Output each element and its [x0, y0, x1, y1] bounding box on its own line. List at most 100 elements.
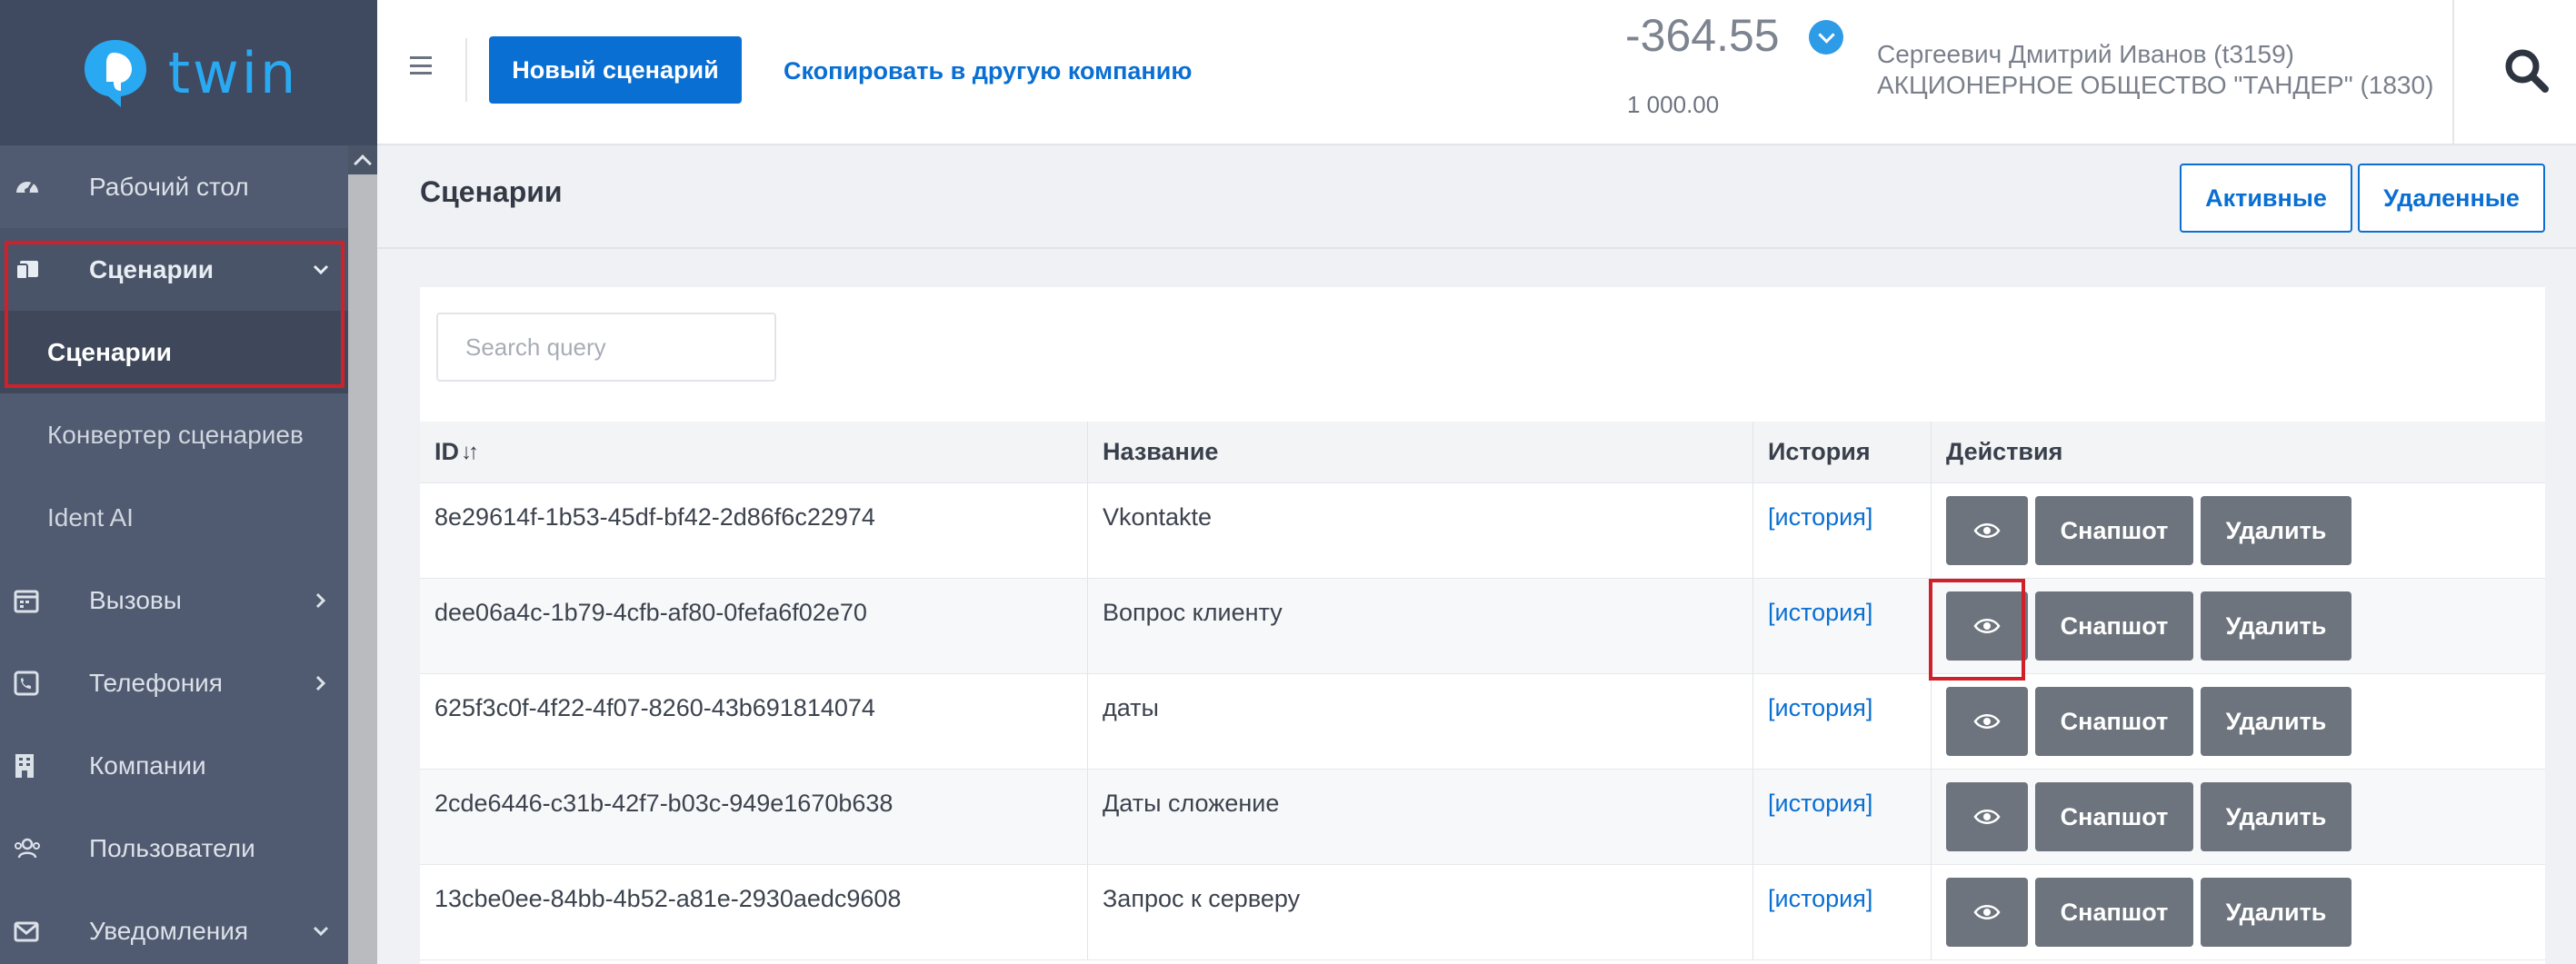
eye-icon	[1973, 810, 2001, 824]
column-header-history: История	[1752, 421, 1931, 483]
sidebar-subitem-label: Ident AI	[47, 502, 134, 532]
eye-icon	[1973, 714, 2001, 729]
column-header-actions: Действия	[1931, 421, 2545, 483]
sidebar-subitem-label: Сценарии	[47, 337, 173, 366]
sidebar-subitem-ident-ai[interactable]: Ident AI	[0, 476, 348, 559]
search-icon[interactable]	[2500, 44, 2554, 98]
users-icon	[0, 836, 89, 861]
row-id: 625f3c0f-4f22-4f07-8260-43b691814074	[434, 694, 875, 721]
history-link[interactable]: [история]	[1768, 599, 1872, 626]
table-row: 2cde6446-c31b-42f7-b03c-949e1670b638 Дат…	[420, 770, 2545, 865]
sidebar-item-label: Вызовы	[89, 585, 182, 614]
header-divider	[465, 38, 467, 102]
view-button[interactable]	[1946, 878, 2028, 947]
delete-button[interactable]: Удалить	[2201, 878, 2351, 947]
snapshot-button[interactable]: Снапшот	[2035, 878, 2193, 947]
snapshot-button[interactable]: Снапшот	[2035, 782, 2193, 851]
sidebar-item-calls[interactable]: Вызовы	[0, 559, 348, 641]
eye-icon	[1973, 523, 2001, 538]
table-header: ID ↓↑ Название История Действия	[420, 421, 2545, 483]
history-link[interactable]: [история]	[1768, 503, 1872, 531]
logo-area: twin	[0, 0, 377, 145]
snapshot-button[interactable]: Снапшот	[2035, 496, 2193, 565]
sidebar-item-label: Компании	[89, 750, 206, 780]
sidebar-item-notifications[interactable]: Уведомления	[0, 889, 348, 964]
envelope-icon	[0, 919, 89, 944]
hamburger-menu-icon[interactable]	[410, 56, 432, 75]
table-row: 8e29614f-1b53-45df-bf42-2d86f6c22974 Vko…	[420, 483, 2545, 579]
sort-icon[interactable]: ↓↑	[461, 440, 479, 465]
dashboard-icon	[0, 173, 89, 202]
page-title: Сценарии	[420, 175, 563, 208]
logo[interactable]: twin	[79, 36, 299, 109]
column-header-name: Название	[1087, 421, 1752, 483]
balance-limit: 1 000.00	[1627, 91, 1720, 118]
title-divider	[377, 247, 2576, 249]
logo-bubble-icon	[84, 40, 146, 107]
new-scenario-button[interactable]: Новый сценарий	[489, 36, 742, 104]
delete-button[interactable]: Удалить	[2201, 687, 2351, 756]
balance-dropdown-icon[interactable]	[1809, 20, 1843, 55]
chevron-right-icon	[294, 592, 348, 609]
phone-icon	[0, 670, 89, 697]
sidebar-item-users[interactable]: Пользователи	[0, 807, 348, 889]
user-name[interactable]: Сергеевич Дмитрий Иванов (t3159)	[1877, 40, 2294, 69]
table-row: 625f3c0f-4f22-4f07-8260-43b691814074 дат…	[420, 674, 2545, 770]
snapshot-button[interactable]: Снапшот	[2035, 591, 2193, 661]
tab-deleted-button[interactable]: Удаленные	[2358, 164, 2545, 233]
row-name: даты	[1087, 674, 1752, 769]
sidebar-item-companies[interactable]: Компании	[0, 724, 348, 807]
eye-icon	[1973, 905, 2001, 919]
search-input[interactable]	[436, 313, 776, 382]
view-button[interactable]	[1946, 496, 2028, 565]
user-company[interactable]: АКЦИОНЕРНОЕ ОБЩЕСТВО "ТАНДЕР" (1830)	[1877, 71, 2433, 100]
top-header: Новый сценарий Скопировать в другую комп…	[377, 0, 2576, 145]
sidebar-item-label: Сценарии	[89, 254, 215, 283]
snapshot-button[interactable]: Снапшот	[2035, 687, 2193, 756]
view-button[interactable]	[1946, 591, 2028, 661]
logo-text: twin	[167, 39, 299, 106]
sidebar-nav: Рабочий стол Сценарии Сценарии Конвертер…	[0, 145, 348, 964]
sidebar-item-telephony[interactable]: Телефония	[0, 641, 348, 724]
sidebar-subitem-converter[interactable]: Конвертер сценариев	[0, 393, 348, 476]
row-id: 2cde6446-c31b-42f7-b03c-949e1670b638	[434, 790, 894, 817]
view-button[interactable]	[1946, 782, 2028, 851]
sidebar-scrollbar[interactable]	[348, 145, 377, 964]
tab-active-button[interactable]: Активные	[2180, 164, 2352, 233]
scenario-icon	[0, 255, 89, 284]
sidebar-item-label: Пользователи	[89, 833, 255, 862]
scroll-up-button[interactable]	[348, 145, 377, 174]
sidebar-item-label: Рабочий стол	[89, 172, 249, 201]
delete-button[interactable]: Удалить	[2201, 782, 2351, 851]
history-link[interactable]: [история]	[1768, 790, 1872, 817]
copy-to-company-link[interactable]: Скопировать в другую компанию	[784, 57, 1192, 85]
chevron-down-icon	[294, 264, 348, 275]
header-divider	[2452, 0, 2454, 145]
column-header-id[interactable]: ID ↓↑	[420, 422, 1087, 483]
sidebar-subitem-label: Конвертер сценариев	[47, 420, 304, 449]
chevron-down-icon	[294, 926, 348, 937]
balance-value: -364.55	[1625, 10, 1780, 61]
history-link[interactable]: [история]	[1768, 885, 1872, 912]
delete-button[interactable]: Удалить	[2201, 591, 2351, 661]
sidebar-item-label: Уведомления	[89, 916, 249, 945]
calendar-icon	[0, 587, 89, 614]
delete-button[interactable]: Удалить	[2201, 496, 2351, 565]
table-row: dee06a4c-1b79-4cfb-af80-0fefa6f02e70 Воп…	[420, 579, 2545, 674]
history-link[interactable]: [история]	[1768, 694, 1872, 721]
eye-icon	[1973, 619, 2001, 633]
sidebar-item-label: Телефония	[89, 668, 223, 697]
sidebar-item-dashboard[interactable]: Рабочий стол	[0, 145, 348, 228]
row-id: 13cbe0ee-84bb-4b52-a81e-2930aedc9608	[434, 885, 902, 912]
chevron-right-icon	[294, 675, 348, 691]
sidebar: twin Рабочий стол Сценарии Сценарии Конв…	[0, 0, 377, 964]
building-icon	[0, 752, 89, 780]
row-name: Даты сложение	[1087, 770, 1752, 864]
row-name: Запрос к серверу	[1087, 865, 1752, 959]
table-row: 13cbe0ee-84bb-4b52-a81e-2930aedc9608 Зап…	[420, 865, 2545, 960]
view-button[interactable]	[1946, 687, 2028, 756]
row-id: dee06a4c-1b79-4cfb-af80-0fefa6f02e70	[434, 599, 867, 626]
row-name: Vkontakte	[1087, 483, 1752, 578]
sidebar-item-scenarios[interactable]: Сценарии	[0, 228, 348, 311]
sidebar-subitem-scenarios[interactable]: Сценарии	[0, 311, 348, 393]
